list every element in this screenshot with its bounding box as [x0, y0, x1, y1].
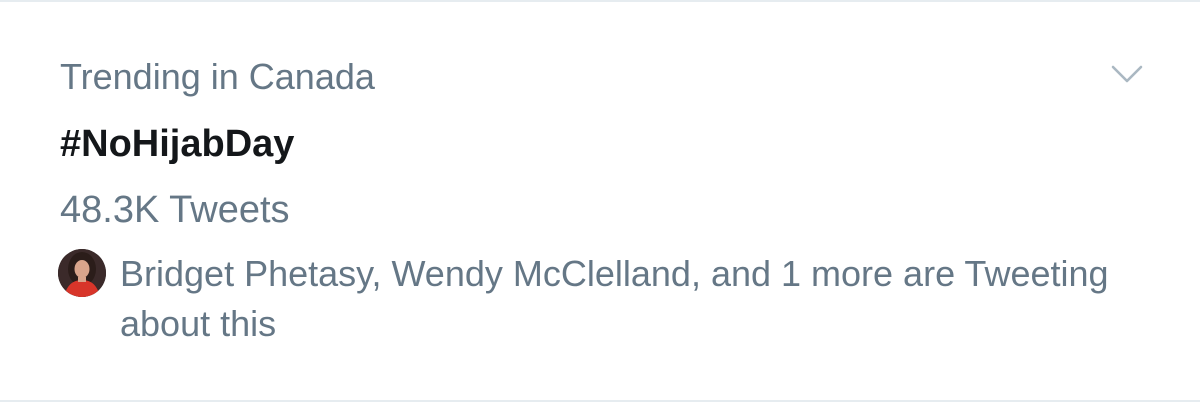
tweet-count: 48.3K Tweets: [60, 189, 290, 231]
social-proof-text: Bridget Phetasy, Wendy McClelland, and 1…: [120, 253, 1109, 344]
social-proof: Bridget Phetasy, Wendy McClelland, and 1…: [58, 249, 1158, 349]
trend-card[interactable]: Trending in Canada #NoHijabDay 48.3K Twe…: [0, 0, 1200, 402]
trend-topic[interactable]: #NoHijabDay: [60, 121, 294, 167]
chevron-down-icon[interactable]: [1110, 62, 1144, 86]
user-avatar: [58, 249, 106, 297]
trend-context: Trending in Canada: [60, 56, 375, 97]
